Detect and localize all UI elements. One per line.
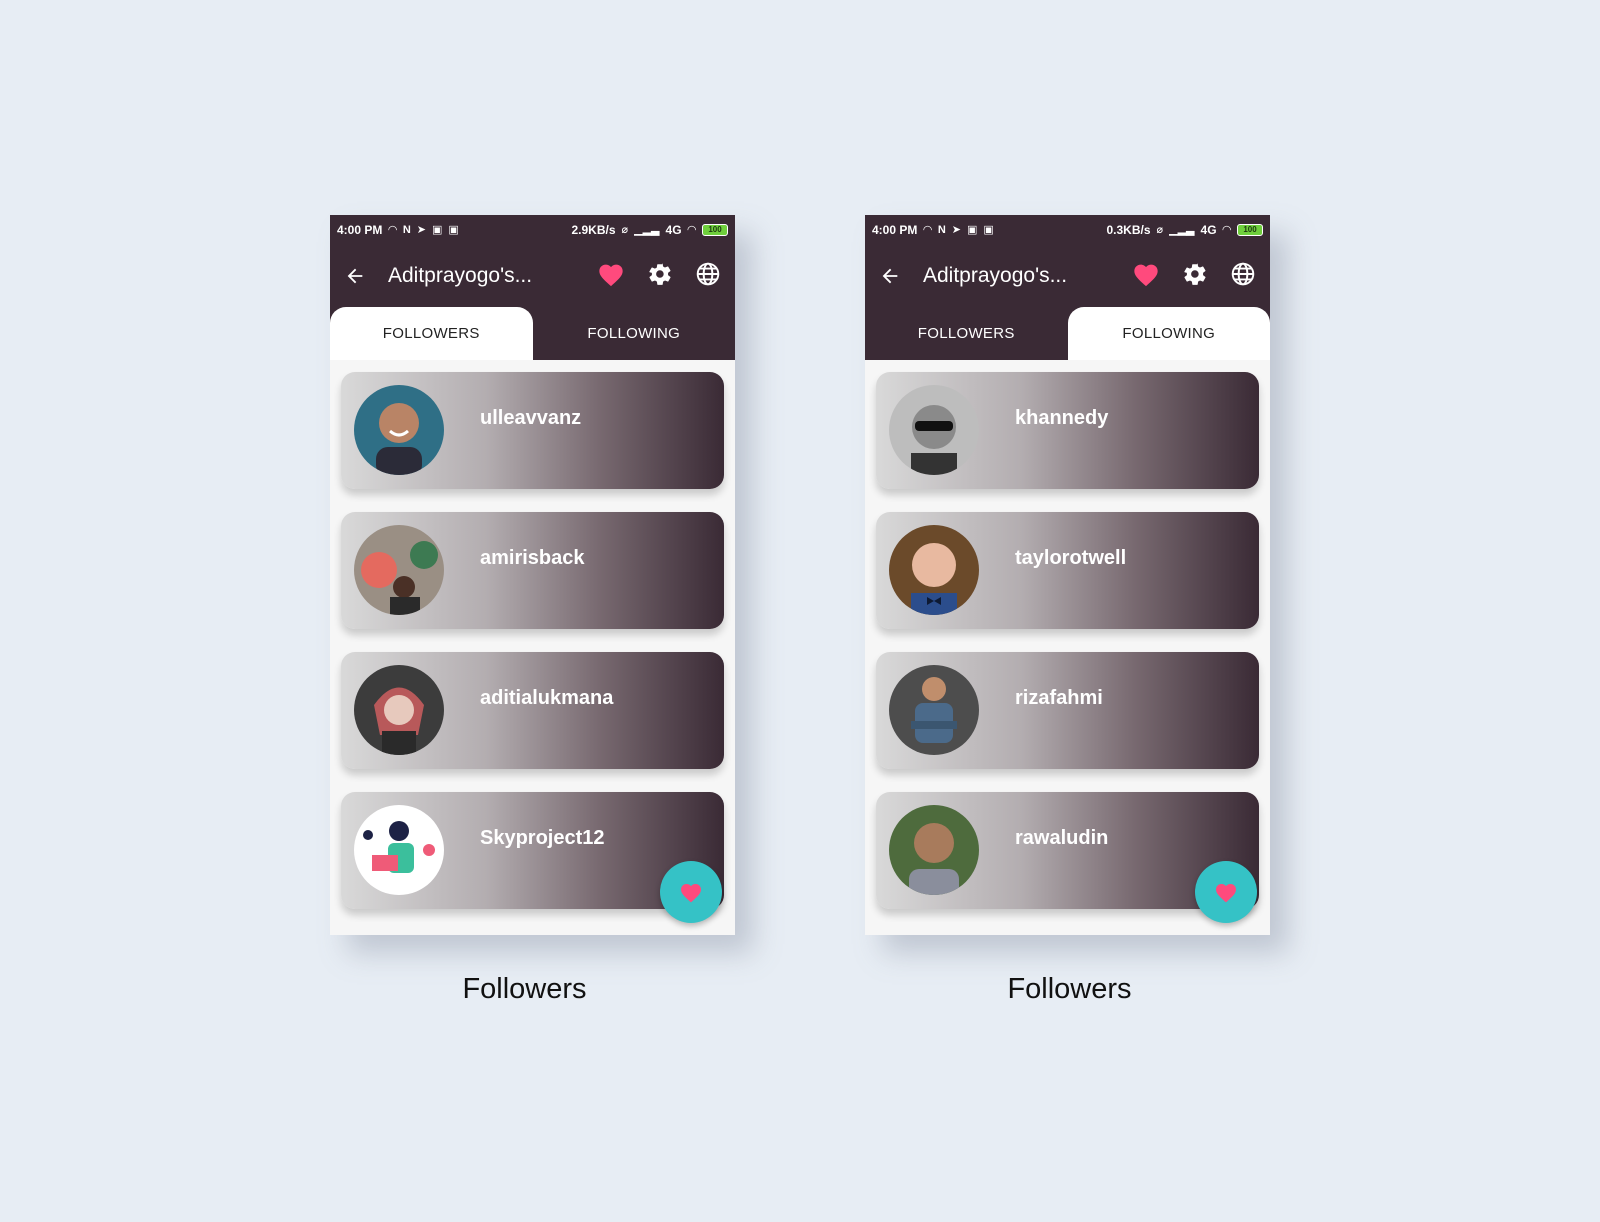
- signal-icon: ▁▂▃: [1169, 223, 1195, 236]
- status-time: 4:00 PM: [337, 223, 383, 237]
- message-icon: ▣: [432, 223, 443, 236]
- avatar: [889, 665, 979, 755]
- status-time: 4:00 PM: [872, 223, 918, 237]
- user-list: ulleavvanz amirisback aditialukmana Skyp…: [330, 360, 735, 909]
- screen-caption: Followers: [1007, 973, 1132, 1005]
- nfc-icon: N: [402, 223, 411, 236]
- favorites-fab[interactable]: [660, 861, 722, 923]
- back-arrow-icon[interactable]: [879, 265, 913, 287]
- username: rawaludin: [1015, 827, 1109, 849]
- tab-followers[interactable]: FOLLOWERS: [865, 307, 1068, 360]
- avatar: [889, 805, 979, 895]
- username: aditialukmana: [480, 687, 614, 709]
- username: taylorotwell: [1015, 547, 1127, 569]
- wifi-icon: ◠: [687, 223, 696, 236]
- avatar: [354, 665, 444, 755]
- username: amirisback: [480, 547, 585, 569]
- telegram-icon: ➤: [416, 223, 426, 236]
- heart-icon[interactable]: [1132, 261, 1160, 292]
- tab-following[interactable]: FOLLOWING: [533, 307, 736, 360]
- tab-bar: FOLLOWERS FOLLOWING: [330, 307, 735, 360]
- username: khannedy: [1015, 407, 1109, 429]
- tab-followers[interactable]: FOLLOWERS: [330, 307, 533, 360]
- username: ulleavvanz: [480, 407, 582, 429]
- wifi-icon: ◠: [923, 223, 932, 236]
- avatar: [354, 385, 444, 475]
- user-card[interactable]: amirisback: [341, 512, 724, 629]
- heart-icon: [1216, 884, 1236, 903]
- username: rizafahmi: [1015, 687, 1103, 709]
- message-icon: ▣: [967, 223, 978, 236]
- tab-following[interactable]: FOLLOWING: [1067, 307, 1270, 360]
- network-speed: 0.3KB/s: [1106, 223, 1151, 237]
- gear-icon[interactable]: [647, 261, 673, 292]
- app-bar: Aditprayogo's...: [330, 245, 735, 307]
- gear-icon[interactable]: [1182, 261, 1208, 292]
- page-title: Aditprayogo's...: [923, 264, 1068, 287]
- user-card[interactable]: aditialukmana: [341, 652, 724, 769]
- status-bar: 4:00 PM ◠ N ➤ ▣ ▣ 2.9KB/s ⌀ ▁▂▃ 4G ◠ 100: [330, 215, 735, 245]
- battery-icon: 100: [702, 224, 728, 236]
- network-type: 4G: [1200, 223, 1217, 237]
- tab-bar: FOLLOWERS FOLLOWING: [865, 307, 1270, 360]
- status-bar: 4:00 PM ◠ N ➤ ▣ ▣ 0.3KB/s ⌀ ▁▂▃ 4G ◠ 100: [865, 215, 1270, 245]
- username: Skyproject12: [480, 827, 605, 849]
- nfc-icon: N: [937, 223, 946, 236]
- phone-screen-followers: 4:00 PM ◠ N ➤ ▣ ▣ 2.9KB/s ⌀ ▁▂▃ 4G ◠ 100…: [330, 215, 735, 935]
- network-type: 4G: [665, 223, 682, 237]
- heart-icon: [681, 884, 701, 903]
- user-card[interactable]: ulleavvanz: [341, 372, 724, 489]
- globe-icon[interactable]: [1230, 261, 1256, 292]
- back-arrow-icon[interactable]: [344, 265, 378, 287]
- message-icon: ▣: [448, 223, 459, 236]
- page-title: Aditprayogo's...: [388, 264, 533, 287]
- heart-icon[interactable]: [597, 261, 625, 292]
- avatar: [354, 525, 444, 615]
- globe-icon[interactable]: [695, 261, 721, 292]
- avatar: [889, 525, 979, 615]
- app-bar: Aditprayogo's...: [865, 245, 1270, 307]
- alarm-off-icon: ⌀: [621, 223, 629, 236]
- avatar: [889, 385, 979, 475]
- battery-icon: 100: [1237, 224, 1263, 236]
- user-card[interactable]: rizafahmi: [876, 652, 1259, 769]
- user-list: khannedy taylorotwell rizafahmi rawaludi…: [865, 360, 1270, 909]
- avatar: [354, 805, 444, 895]
- message-icon: ▣: [983, 223, 994, 236]
- wifi-icon: ◠: [388, 223, 397, 236]
- showcase-canvas: 4:00 PM ◠ N ➤ ▣ ▣ 2.9KB/s ⌀ ▁▂▃ 4G ◠ 100…: [0, 0, 1600, 1222]
- wifi-icon: ◠: [1222, 223, 1231, 236]
- user-card[interactable]: taylorotwell: [876, 512, 1259, 629]
- phone-screen-following: 4:00 PM ◠ N ➤ ▣ ▣ 0.3KB/s ⌀ ▁▂▃ 4G ◠ 100…: [865, 215, 1270, 935]
- favorites-fab[interactable]: [1195, 861, 1257, 923]
- user-card[interactable]: khannedy: [876, 372, 1259, 489]
- alarm-off-icon: ⌀: [1156, 223, 1164, 236]
- signal-icon: ▁▂▃: [634, 223, 660, 236]
- screen-caption: Followers: [462, 973, 587, 1005]
- telegram-icon: ➤: [951, 223, 961, 236]
- network-speed: 2.9KB/s: [571, 223, 616, 237]
